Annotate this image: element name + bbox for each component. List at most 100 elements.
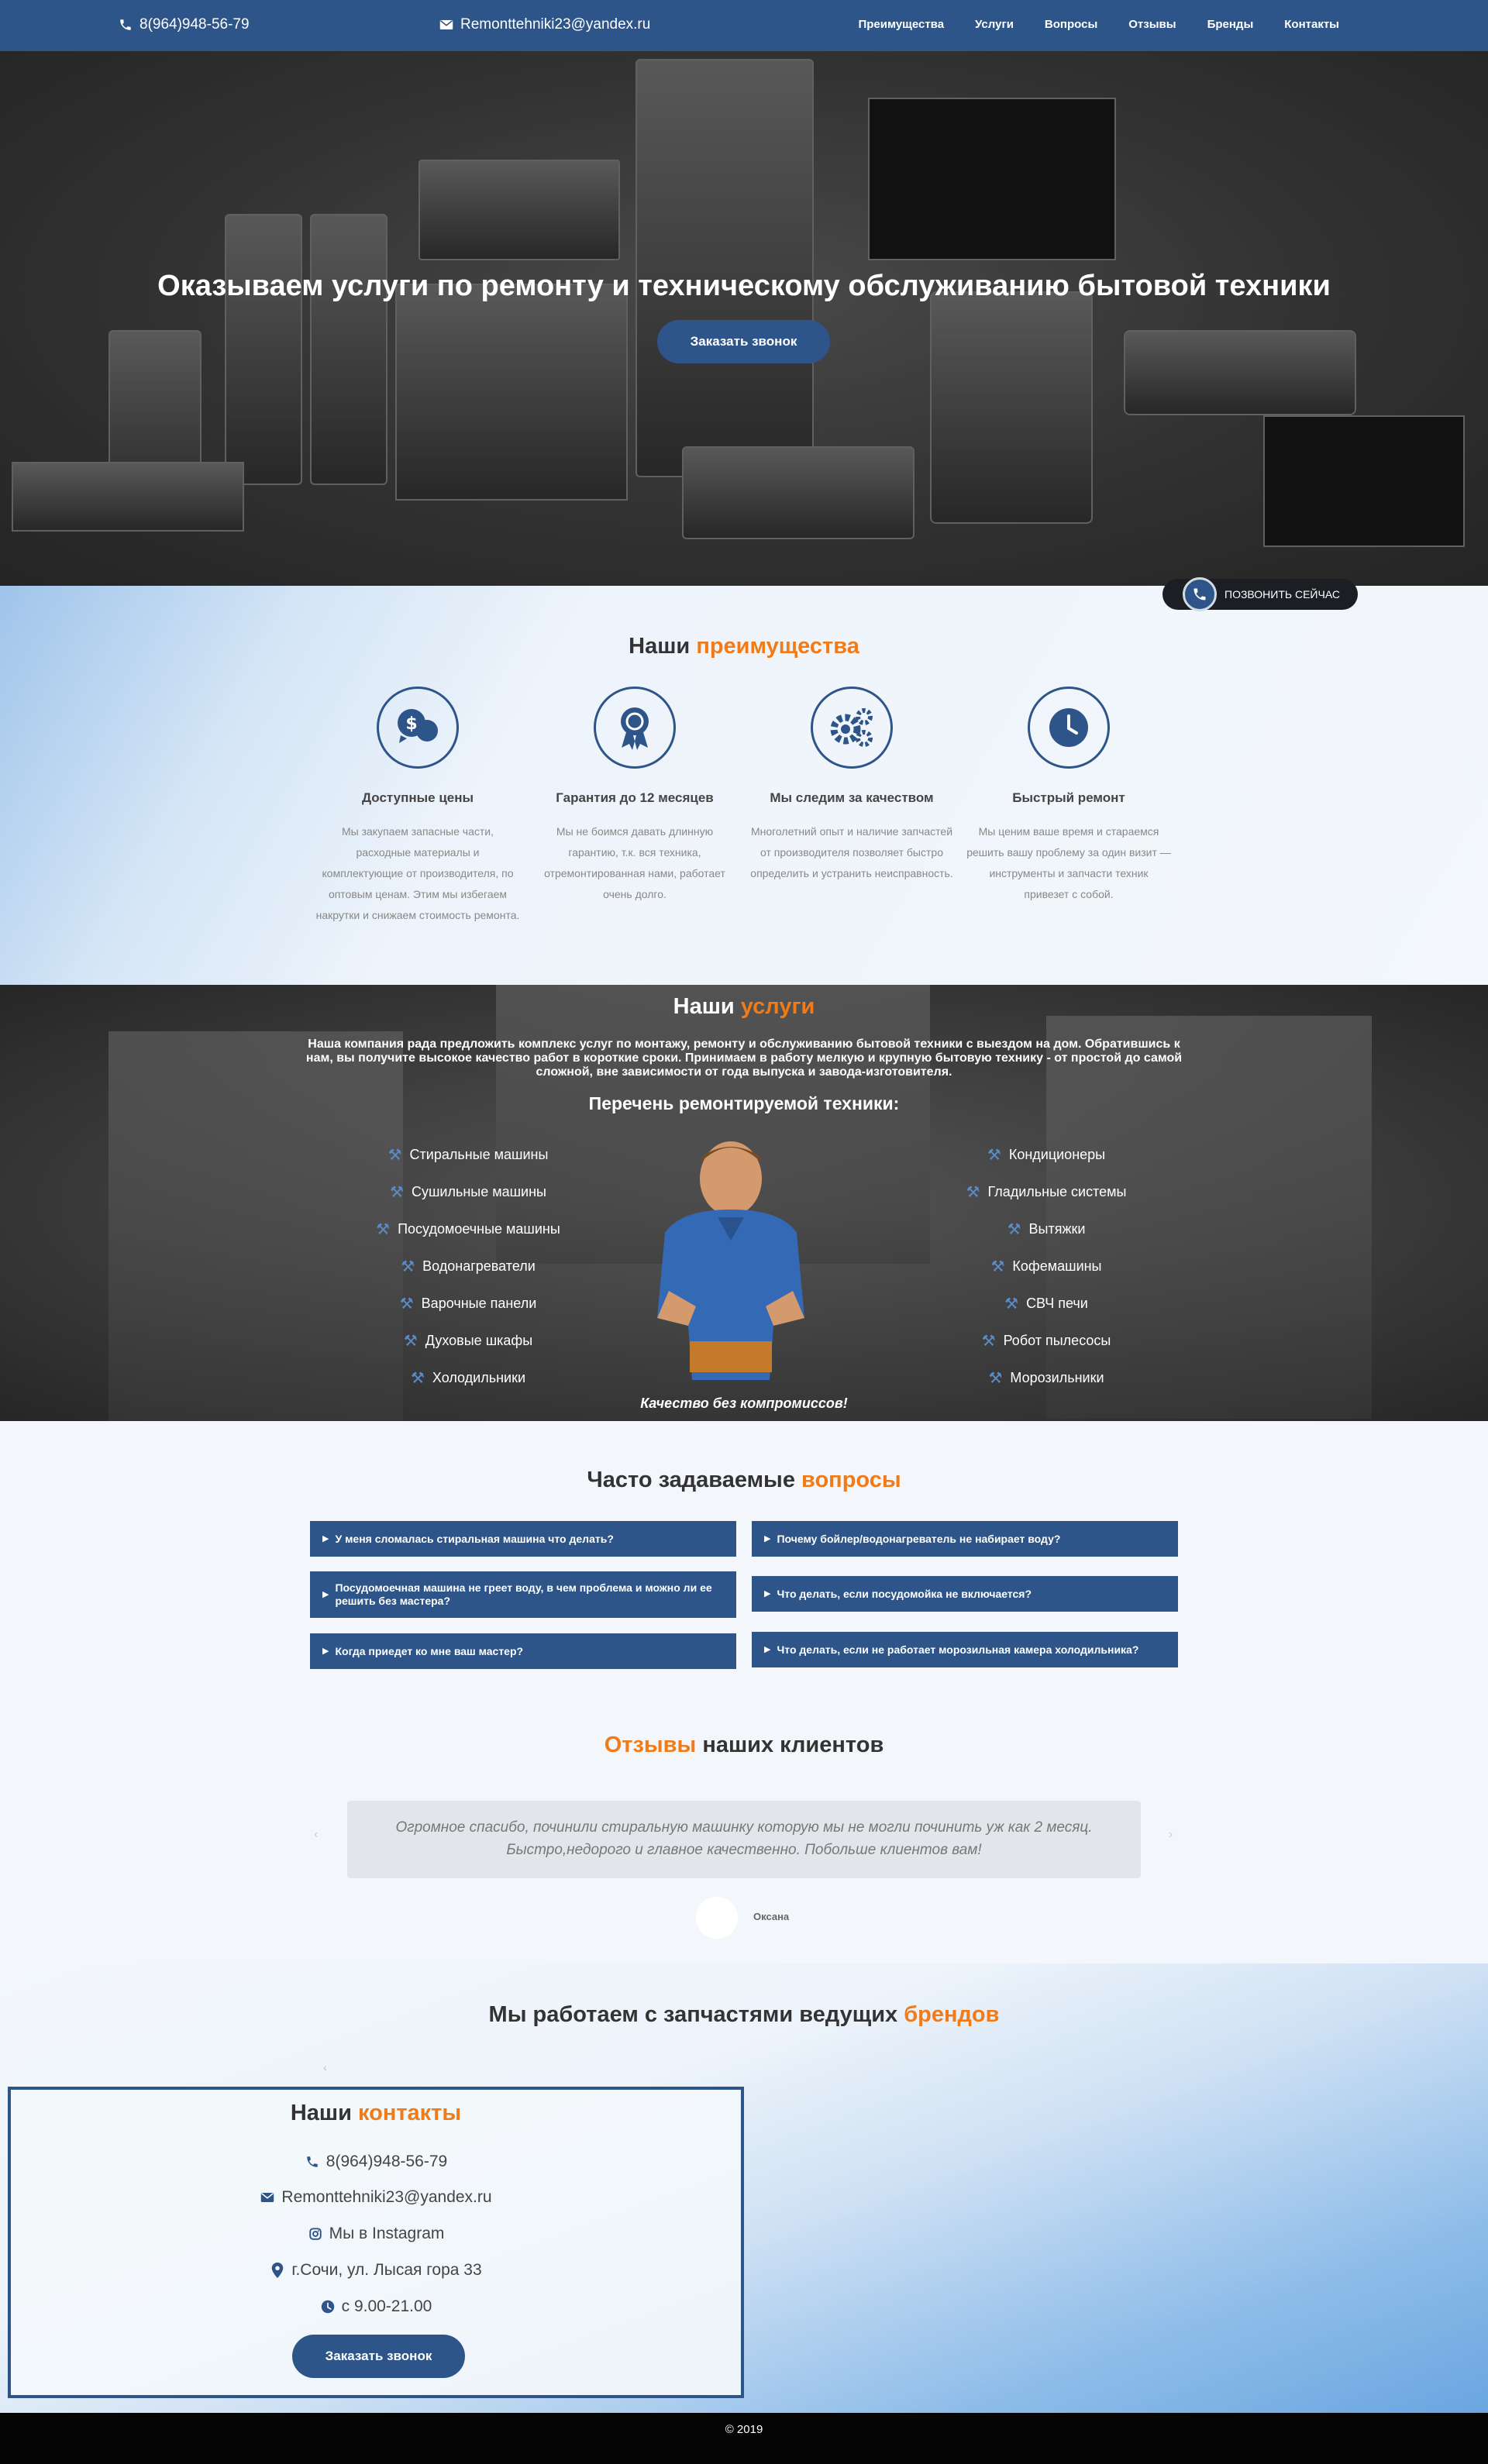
wrench-icon: ⚒ <box>1007 1220 1021 1238</box>
faq-question[interactable]: ▶ Посудомоечная машина не греет воду, в ч… <box>310 1571 736 1618</box>
instagram-icon <box>308 2226 323 2242</box>
services-motto: Качество без компромиссов! <box>640 1395 848 1411</box>
advantage-text: Многолетний опыт и наличие запчастей от … <box>750 825 953 879</box>
wrench-icon: ⚒ <box>399 1295 414 1313</box>
wrench-icon: ⚒ <box>990 1258 1005 1275</box>
wrench-icon: ⚒ <box>388 1146 402 1164</box>
contacts-order-call-button[interactable]: Заказать звонок <box>292 2335 465 2378</box>
brands-title: Мы работаем с запчастями ведущих брендов <box>488 2002 1000 2027</box>
hero-order-call-button[interactable]: Заказать звонок <box>657 320 830 363</box>
advantages-section: Наши преимущества $ Доступные цены Мы за… <box>0 586 1488 985</box>
nav-item-reviews[interactable]: Отзывы <box>1128 18 1176 31</box>
nav-item-questions[interactable]: Вопросы <box>1045 18 1097 31</box>
price-chat-icon: $ <box>377 687 459 769</box>
avatar <box>696 1897 738 1939</box>
call-now-widget[interactable]: ПОЗВОНИТЬ СЕЙЧАС <box>1162 577 1358 611</box>
caret-right-icon: ▶ <box>322 1646 329 1656</box>
wrench-icon: ⚒ <box>410 1369 425 1387</box>
faq-question[interactable]: ▶ Что делать, если посудомойка не включае… <box>752 1576 1178 1612</box>
list-item: ⚒ Варочные панели <box>399 1295 537 1313</box>
footer: © 2019 <box>0 2413 1488 2464</box>
contact-instagram[interactable]: Мы в Instagram <box>11 2225 741 2243</box>
caret-right-icon: ▶ <box>764 1644 771 1654</box>
wrench-icon: ⚒ <box>987 1146 1001 1164</box>
review-author: Оксана <box>753 1911 790 1922</box>
envelope-icon <box>439 17 454 33</box>
phone-icon[interactable] <box>1183 577 1217 611</box>
contact-address: г.Сочи, ул. Лысая гора 33 <box>11 2261 741 2280</box>
advantage-title: Гарантия до 12 месяцев <box>556 790 714 805</box>
faq-question[interactable]: ▶ Когда приедет ко мне ваш мастер? <box>310 1633 736 1669</box>
contact-email[interactable]: Remonttehniki23@yandex.ru <box>11 2188 741 2207</box>
list-item: ⚒ Вытяжки <box>1007 1220 1086 1238</box>
header-email-text[interactable]: Remonttehniki23@yandex.ru <box>460 16 650 33</box>
award-medal-icon <box>594 687 676 769</box>
chevron-left-icon[interactable]: ‹ <box>314 1828 318 1842</box>
list-item: ⚒ Робот пылесосы <box>981 1332 1111 1350</box>
list-item: ⚒ Духовые шкафы <box>403 1332 533 1350</box>
wrench-icon: ⚒ <box>981 1332 996 1350</box>
phone-icon <box>118 17 133 33</box>
list-item: ⚒ Кофемашины <box>990 1258 1102 1275</box>
contacts-section: Наши контакты 8(964)948-56-79 Remonttehn… <box>8 2087 744 2398</box>
advantage-title: Мы следим за качеством <box>770 790 934 805</box>
wrench-icon: ⚒ <box>401 1258 415 1275</box>
caret-right-icon: ▶ <box>764 1588 771 1599</box>
advantages-title: Наши преимущества <box>629 634 859 659</box>
faq-question[interactable]: ▶ Что делать, если не работает морозильна… <box>752 1632 1178 1667</box>
services-list-title: Перечень ремонтируемой техники: <box>588 1093 900 1113</box>
list-item: ⚒ Холодильники <box>410 1369 526 1387</box>
list-item: ⚒ Морозильники <box>988 1369 1104 1387</box>
contact-hours: с 9.00-21.00 <box>11 2297 741 2316</box>
header-phone-text[interactable]: 8(964)948-56-79 <box>140 16 250 33</box>
gears-icon <box>811 687 893 769</box>
advantage-title: Быстрый ремонт <box>1012 790 1125 805</box>
advantage-item: $ Доступные цены Мы закупаем запасные ча… <box>315 687 520 926</box>
services-intro: Наша компания рада предложить комплекс у… <box>305 1038 1183 1079</box>
advantage-title: Доступные цены <box>361 790 474 805</box>
nav-item-brands[interactable]: Бренды <box>1207 18 1254 31</box>
list-item: ⚒ Водонагреватели <box>401 1258 536 1275</box>
advantage-text: Мы не боимся давать длинную гарантию, т.… <box>544 825 725 900</box>
contacts-title: Наши контакты <box>290 2101 462 2125</box>
nav-item-services[interactable]: Услуги <box>975 18 1014 31</box>
wrench-icon: ⚒ <box>988 1369 1003 1387</box>
phone-icon <box>305 2154 320 2170</box>
wrench-icon: ⚒ <box>390 1183 404 1201</box>
faq-question[interactable]: ▶ Почему бойлер/водонагреватель не набира… <box>752 1521 1178 1557</box>
call-now-label[interactable]: ПОЗВОНИТЬ СЕЙЧАС <box>1224 588 1340 601</box>
caret-right-icon: ▶ <box>764 1533 771 1543</box>
advantage-item: Быстрый ремонт Мы ценим ваше время и ста… <box>966 687 1171 905</box>
reviews-section: Отзывы наших клиентов ‹ Огромное спасибо… <box>0 1700 1488 1963</box>
advantage-text: Мы ценим ваше время и стараемся решить в… <box>966 825 1171 900</box>
faq-section: Часто задаваемые вопросы ▶ У меня сломала… <box>0 1421 1488 1700</box>
main-nav: Преимущества Услуги Вопросы Отзывы Бренд… <box>858 18 1339 31</box>
wrench-icon: ⚒ <box>403 1332 418 1350</box>
header-email[interactable]: Remonttehniki23@yandex.ru <box>439 16 650 33</box>
wrench-icon: ⚒ <box>1004 1295 1019 1313</box>
chevron-left-icon[interactable]: ‹ <box>323 2061 327 2073</box>
advantage-text: Мы закупаем запасные части, расходные ма… <box>315 825 520 921</box>
header-phone[interactable]: 8(964)948-56-79 <box>118 16 250 33</box>
list-item: ⚒ Посудомоечные машины <box>376 1220 560 1238</box>
top-bar: 8(964)948-56-79 Remonttehniki23@yandex.r… <box>0 0 1488 51</box>
nav-item-contacts[interactable]: Контакты <box>1284 18 1339 31</box>
faq-question[interactable]: ▶ У меня сломалась стиральная машина что … <box>310 1521 736 1557</box>
nav-item-advantages[interactable]: Преимущества <box>858 18 944 31</box>
services-list-left: ⚒ Стиральные машины ⚒ Сушильные машины ⚒ По… <box>313 1136 623 1396</box>
wrench-icon: ⚒ <box>376 1220 391 1238</box>
caret-right-icon: ▶ <box>322 1533 329 1543</box>
list-item: ⚒ Стиральные машины <box>388 1146 549 1164</box>
hero-title: Оказываем услуги по ремонту и техническо… <box>157 270 1331 302</box>
advantage-item: Мы следим за качеством Многолетний опыт … <box>749 687 954 884</box>
reviews-title: Отзывы наших клиентов <box>604 1733 884 1757</box>
contact-phone[interactable]: 8(964)948-56-79 <box>11 2153 741 2171</box>
list-item: ⚒ Гладильные системы <box>966 1183 1127 1201</box>
envelope-icon <box>260 2190 275 2205</box>
hero-overlay <box>0 51 1488 586</box>
chevron-right-icon[interactable]: › <box>1169 1828 1173 1842</box>
clock-icon <box>320 2299 336 2314</box>
wrench-icon: ⚒ <box>966 1183 980 1201</box>
hero-section: Оказываем услуги по ремонту и техническо… <box>0 51 1488 586</box>
faq-title: Часто задаваемые вопросы <box>587 1468 901 1492</box>
